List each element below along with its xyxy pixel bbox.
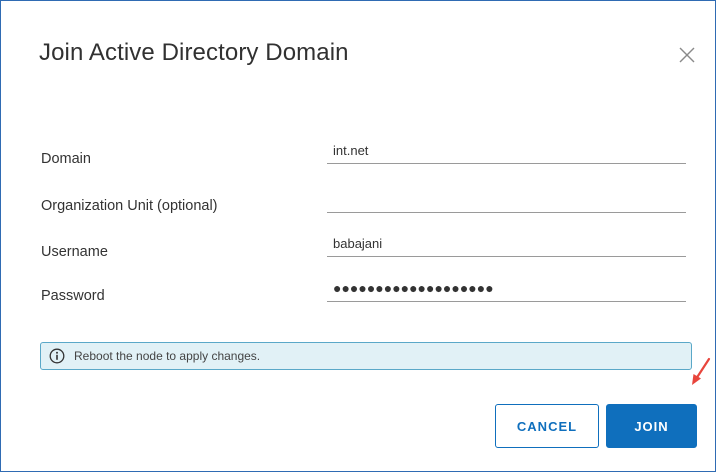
username-field[interactable] (327, 230, 686, 256)
domain-field-wrapper (327, 137, 686, 164)
info-banner: Reboot the node to apply changes. (40, 342, 692, 370)
password-label: Password (41, 288, 105, 304)
close-icon[interactable] (677, 45, 697, 65)
org-unit-field[interactable] (327, 186, 686, 212)
join-button[interactable]: JOIN (606, 404, 697, 448)
password-field-wrapper (327, 275, 686, 302)
org-unit-field-wrapper (327, 186, 686, 213)
annotation-arrow-icon (692, 357, 711, 385)
info-banner-text: Reboot the node to apply changes. (74, 349, 261, 363)
username-field-wrapper (327, 230, 686, 257)
domain-field[interactable] (327, 137, 686, 163)
cancel-button[interactable]: CANCEL (495, 404, 599, 448)
org-unit-label: Organization Unit (optional) (41, 198, 218, 214)
join-ad-domain-dialog: Join Active Directory Domain Domain Orga… (0, 0, 716, 472)
domain-label: Domain (41, 151, 91, 167)
info-icon (49, 348, 65, 364)
dialog-title: Join Active Directory Domain (39, 39, 349, 66)
password-field[interactable] (327, 275, 686, 301)
username-label: Username (41, 244, 108, 260)
